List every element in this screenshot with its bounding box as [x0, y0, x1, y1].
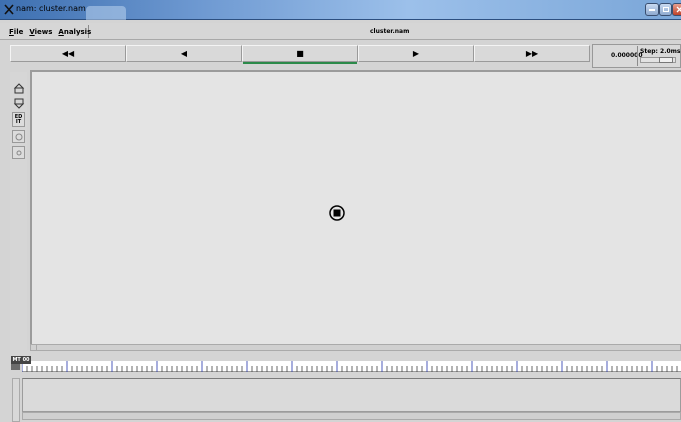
stop-icon: ■: [296, 49, 304, 58]
timeline-marker: [11, 364, 20, 370]
title-tab-area: [86, 6, 126, 20]
left-tool-strip: ED IT: [10, 72, 27, 350]
edit-label: ED IT: [14, 113, 23, 125]
circle-icon: [15, 133, 22, 140]
fast-forward-icon: ▶▶: [525, 49, 539, 58]
play-icon: ▶: [412, 49, 420, 58]
tool-button-1[interactable]: [12, 130, 25, 143]
scroll-left-arrow[interactable]: [31, 345, 37, 350]
menu-views[interactable]: Views: [29, 28, 52, 36]
dot-icon: [16, 150, 21, 155]
rewind-button[interactable]: ◀◀: [10, 45, 126, 62]
network-canvas[interactable]: [30, 70, 681, 347]
maximize-icon: [662, 7, 669, 12]
menu-file[interactable]: File: [9, 28, 23, 36]
menu-bar: File Views Analysis cluster.nam: [0, 23, 681, 40]
timeline-label: MT 00: [11, 356, 31, 364]
rewind-icon: ◀◀: [61, 49, 75, 58]
minimize-button[interactable]: [645, 3, 659, 16]
node-icon[interactable]: [329, 205, 345, 221]
zoom-out-button[interactable]: [12, 96, 25, 109]
menu-items: File Views Analysis: [9, 25, 91, 38]
play-button[interactable]: ▶: [358, 45, 474, 62]
timeline-ruler[interactable]: [22, 361, 681, 372]
canvas-horizontal-scrollbar[interactable]: [30, 344, 681, 351]
tool-button-2[interactable]: [12, 146, 25, 159]
zoom-out-icon: [13, 98, 24, 109]
nam-icon: [4, 4, 14, 15]
back-icon: ◀: [180, 49, 188, 58]
window-title: nam: cluster.nam: [16, 4, 86, 13]
slider-knob[interactable]: [659, 57, 673, 63]
annotation-text-area[interactable]: [22, 378, 681, 412]
annotation-vertical-scrollbar[interactable]: [12, 378, 20, 422]
close-button[interactable]: [672, 3, 681, 16]
file-name-label: cluster.nam: [370, 28, 410, 35]
stop-button[interactable]: ■: [242, 45, 358, 64]
annotation-horizontal-scrollbar[interactable]: [22, 412, 681, 420]
step-slider[interactable]: [640, 57, 676, 63]
menu-analysis[interactable]: Analysis: [58, 28, 91, 36]
edit-button[interactable]: ED IT: [12, 112, 25, 127]
maximize-button[interactable]: [659, 3, 672, 16]
title-bar: nam: cluster.nam: [0, 0, 681, 20]
close-icon: [676, 6, 681, 13]
step-back-button[interactable]: ◀: [126, 45, 242, 62]
step-label: Step: 2.0ms: [640, 48, 681, 55]
minimize-icon: [649, 8, 655, 11]
playback-controls: ◀◀ ◀ ■ ▶ ▶▶: [10, 45, 590, 64]
zoom-in-button[interactable]: [12, 82, 25, 95]
fast-forward-button[interactable]: ▶▶: [474, 45, 590, 62]
zoom-in-icon: [13, 82, 24, 93]
